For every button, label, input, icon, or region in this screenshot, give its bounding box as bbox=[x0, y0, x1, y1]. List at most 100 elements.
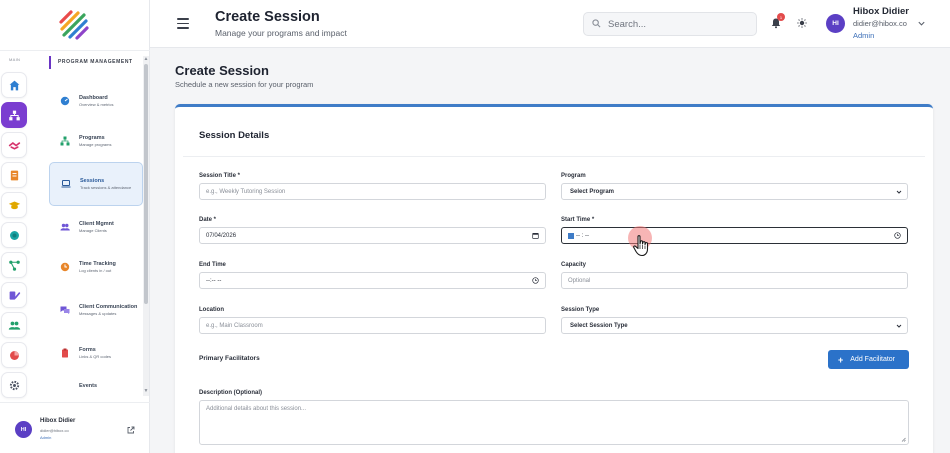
main-section-label: MAIN bbox=[9, 57, 21, 62]
plus-icon: + bbox=[838, 354, 844, 365]
date-input[interactable]: 07/04/2026 bbox=[199, 227, 546, 244]
sidebar-scrollbar[interactable]: ▲ ▼ bbox=[143, 56, 149, 396]
content-title: Create Session bbox=[175, 63, 269, 78]
scroll-down-icon[interactable]: ▼ bbox=[143, 388, 149, 394]
app-logo[interactable] bbox=[57, 8, 91, 42]
sidebar-item-time-tracking[interactable]: Time Tracking Log clients in / out bbox=[49, 248, 143, 286]
handshake-icon[interactable] bbox=[1, 132, 27, 158]
users-icon[interactable] bbox=[1, 312, 27, 338]
user-name: Hibox Didier bbox=[853, 6, 909, 17]
facilitators-label: Primary Facilitators bbox=[199, 355, 260, 362]
session-type-value: Select Session Type bbox=[570, 322, 628, 329]
content-subtitle: Schedule a new session for your program bbox=[175, 80, 314, 89]
location-input[interactable]: e.g., Main Classroom bbox=[199, 317, 546, 334]
user-email: didier@hibox.co bbox=[853, 19, 907, 28]
session-type-select[interactable]: Select Session Type bbox=[561, 317, 908, 334]
edit-icon[interactable] bbox=[1, 282, 27, 308]
sidebar-item-events[interactable]: Events bbox=[49, 374, 143, 398]
programs-nav-icon bbox=[59, 136, 70, 147]
session-title-label: Session Title * bbox=[199, 173, 240, 179]
sidebar-item-subtitle: Log clients in / out bbox=[79, 268, 112, 273]
sidebar-item-title: Time Tracking bbox=[79, 261, 116, 267]
user-role: Admin bbox=[40, 435, 52, 440]
notification-badge: 1 bbox=[777, 13, 785, 21]
page-subtitle: Manage your programs and impact bbox=[215, 28, 347, 38]
sidebar-divider bbox=[0, 50, 150, 51]
program-management-header: PROGRAM MANAGEMENT bbox=[49, 56, 133, 69]
date-label: Date * bbox=[199, 217, 217, 223]
globe-icon[interactable] bbox=[1, 222, 27, 248]
avatar[interactable]: HI bbox=[826, 14, 845, 33]
sidebar-item-subtitle: Manage Clients bbox=[79, 228, 107, 233]
program-select-value: Select Program bbox=[570, 188, 615, 195]
start-time-value: -- : -- bbox=[576, 232, 589, 239]
chevron-down-icon bbox=[896, 324, 902, 328]
sidebar-item-subtitle: Messages & updates bbox=[79, 311, 117, 316]
capacity-input[interactable]: Optional bbox=[561, 272, 908, 289]
avatar: HI bbox=[15, 421, 32, 438]
reports-icon[interactable] bbox=[1, 342, 27, 368]
calendar-icon[interactable] bbox=[532, 232, 539, 239]
sidebar-item-title: Events bbox=[79, 383, 98, 389]
sidebar-item-subtitle: Track sessions & attendance bbox=[80, 185, 132, 190]
sidebar-item-subtitle: Manage programs bbox=[79, 142, 112, 147]
add-facilitator-button[interactable]: + Add Facilitator bbox=[828, 350, 909, 369]
menu-icon[interactable] bbox=[177, 18, 189, 29]
page-title: Create Session bbox=[215, 9, 320, 25]
section-title: Session Details bbox=[199, 130, 270, 141]
sidebar-item-dashboard[interactable]: Dashboard Overview & metrics bbox=[49, 82, 143, 120]
user-name: Hibox Didier bbox=[40, 418, 76, 424]
description-label: Description (Optional) bbox=[199, 390, 262, 396]
clock-icon bbox=[59, 262, 70, 273]
capacity-label: Capacity bbox=[561, 262, 587, 268]
description-textarea[interactable]: Additional details about this session... bbox=[199, 400, 909, 445]
sidebar: MAIN PROGRAM MANAGEMENT Dashboard Overvi… bbox=[0, 0, 150, 453]
sidebar-item-title: Sessions bbox=[80, 178, 105, 184]
programs-icon[interactable] bbox=[1, 102, 27, 128]
sidebar-item-subtitle: Overview & metrics bbox=[79, 102, 114, 107]
session-type-label: Session Type bbox=[561, 307, 600, 313]
section-divider bbox=[183, 156, 925, 157]
settings-icon[interactable] bbox=[1, 372, 27, 398]
start-time-input[interactable]: -- : -- bbox=[561, 227, 908, 244]
location-label: Location bbox=[199, 307, 224, 313]
search-input[interactable] bbox=[583, 12, 757, 36]
description-placeholder: Additional details about this session... bbox=[206, 406, 307, 412]
date-value: 07/04/2026 bbox=[206, 232, 237, 239]
sidebar-item-forms[interactable]: Forms Links & QR codes bbox=[49, 334, 143, 372]
search-icon bbox=[592, 19, 601, 28]
sidebar-item-sessions[interactable]: Sessions Track sessions & attendance bbox=[49, 162, 143, 206]
program-select[interactable]: Select Program bbox=[561, 183, 908, 200]
clients-icon bbox=[59, 222, 70, 233]
end-time-value: --:-- -- bbox=[206, 277, 222, 284]
sidebar-item-title: Forms bbox=[79, 347, 96, 353]
scrollbar-thumb[interactable] bbox=[144, 64, 148, 304]
external-link-icon[interactable] bbox=[127, 426, 135, 434]
theme-toggle-icon[interactable] bbox=[797, 18, 807, 28]
program-label: Program bbox=[561, 173, 586, 179]
forms-icon[interactable] bbox=[1, 162, 27, 188]
courses-icon[interactable] bbox=[1, 192, 27, 218]
sidebar-item-programs[interactable]: Programs Manage programs bbox=[49, 122, 143, 160]
sidebar-item-client-communication[interactable]: Client Communication Messages & updates bbox=[49, 288, 143, 332]
end-time-input[interactable]: --:-- -- bbox=[199, 272, 546, 289]
chat-icon bbox=[59, 305, 70, 316]
hand-cursor-icon bbox=[633, 235, 649, 257]
session-title-input[interactable]: e.g., Weekly Tutoring Session bbox=[199, 183, 546, 200]
user-role: Admin bbox=[853, 31, 875, 40]
resize-handle-icon[interactable] bbox=[901, 437, 906, 442]
dashboard-icon bbox=[59, 96, 70, 107]
sidebar-item-client-mgmnt[interactable]: Client Mgmnt Manage Clients bbox=[49, 208, 143, 246]
start-time-label: Start Time * bbox=[561, 217, 595, 223]
clipboard-icon bbox=[59, 348, 70, 359]
home-icon[interactable] bbox=[1, 72, 27, 98]
scroll-up-icon[interactable]: ▲ bbox=[143, 56, 149, 62]
sidebar-item-title: Dashboard bbox=[79, 95, 108, 101]
sidebar-item-title: Programs bbox=[79, 135, 105, 141]
network-icon[interactable] bbox=[1, 252, 27, 278]
sidebar-user-card[interactable]: HI Hibox Didier didier@hibox.co Admin bbox=[0, 402, 150, 453]
chevron-down-icon bbox=[896, 190, 902, 194]
clock-icon[interactable] bbox=[894, 232, 901, 239]
clock-icon[interactable] bbox=[532, 277, 539, 284]
chevron-down-icon[interactable] bbox=[917, 19, 926, 28]
